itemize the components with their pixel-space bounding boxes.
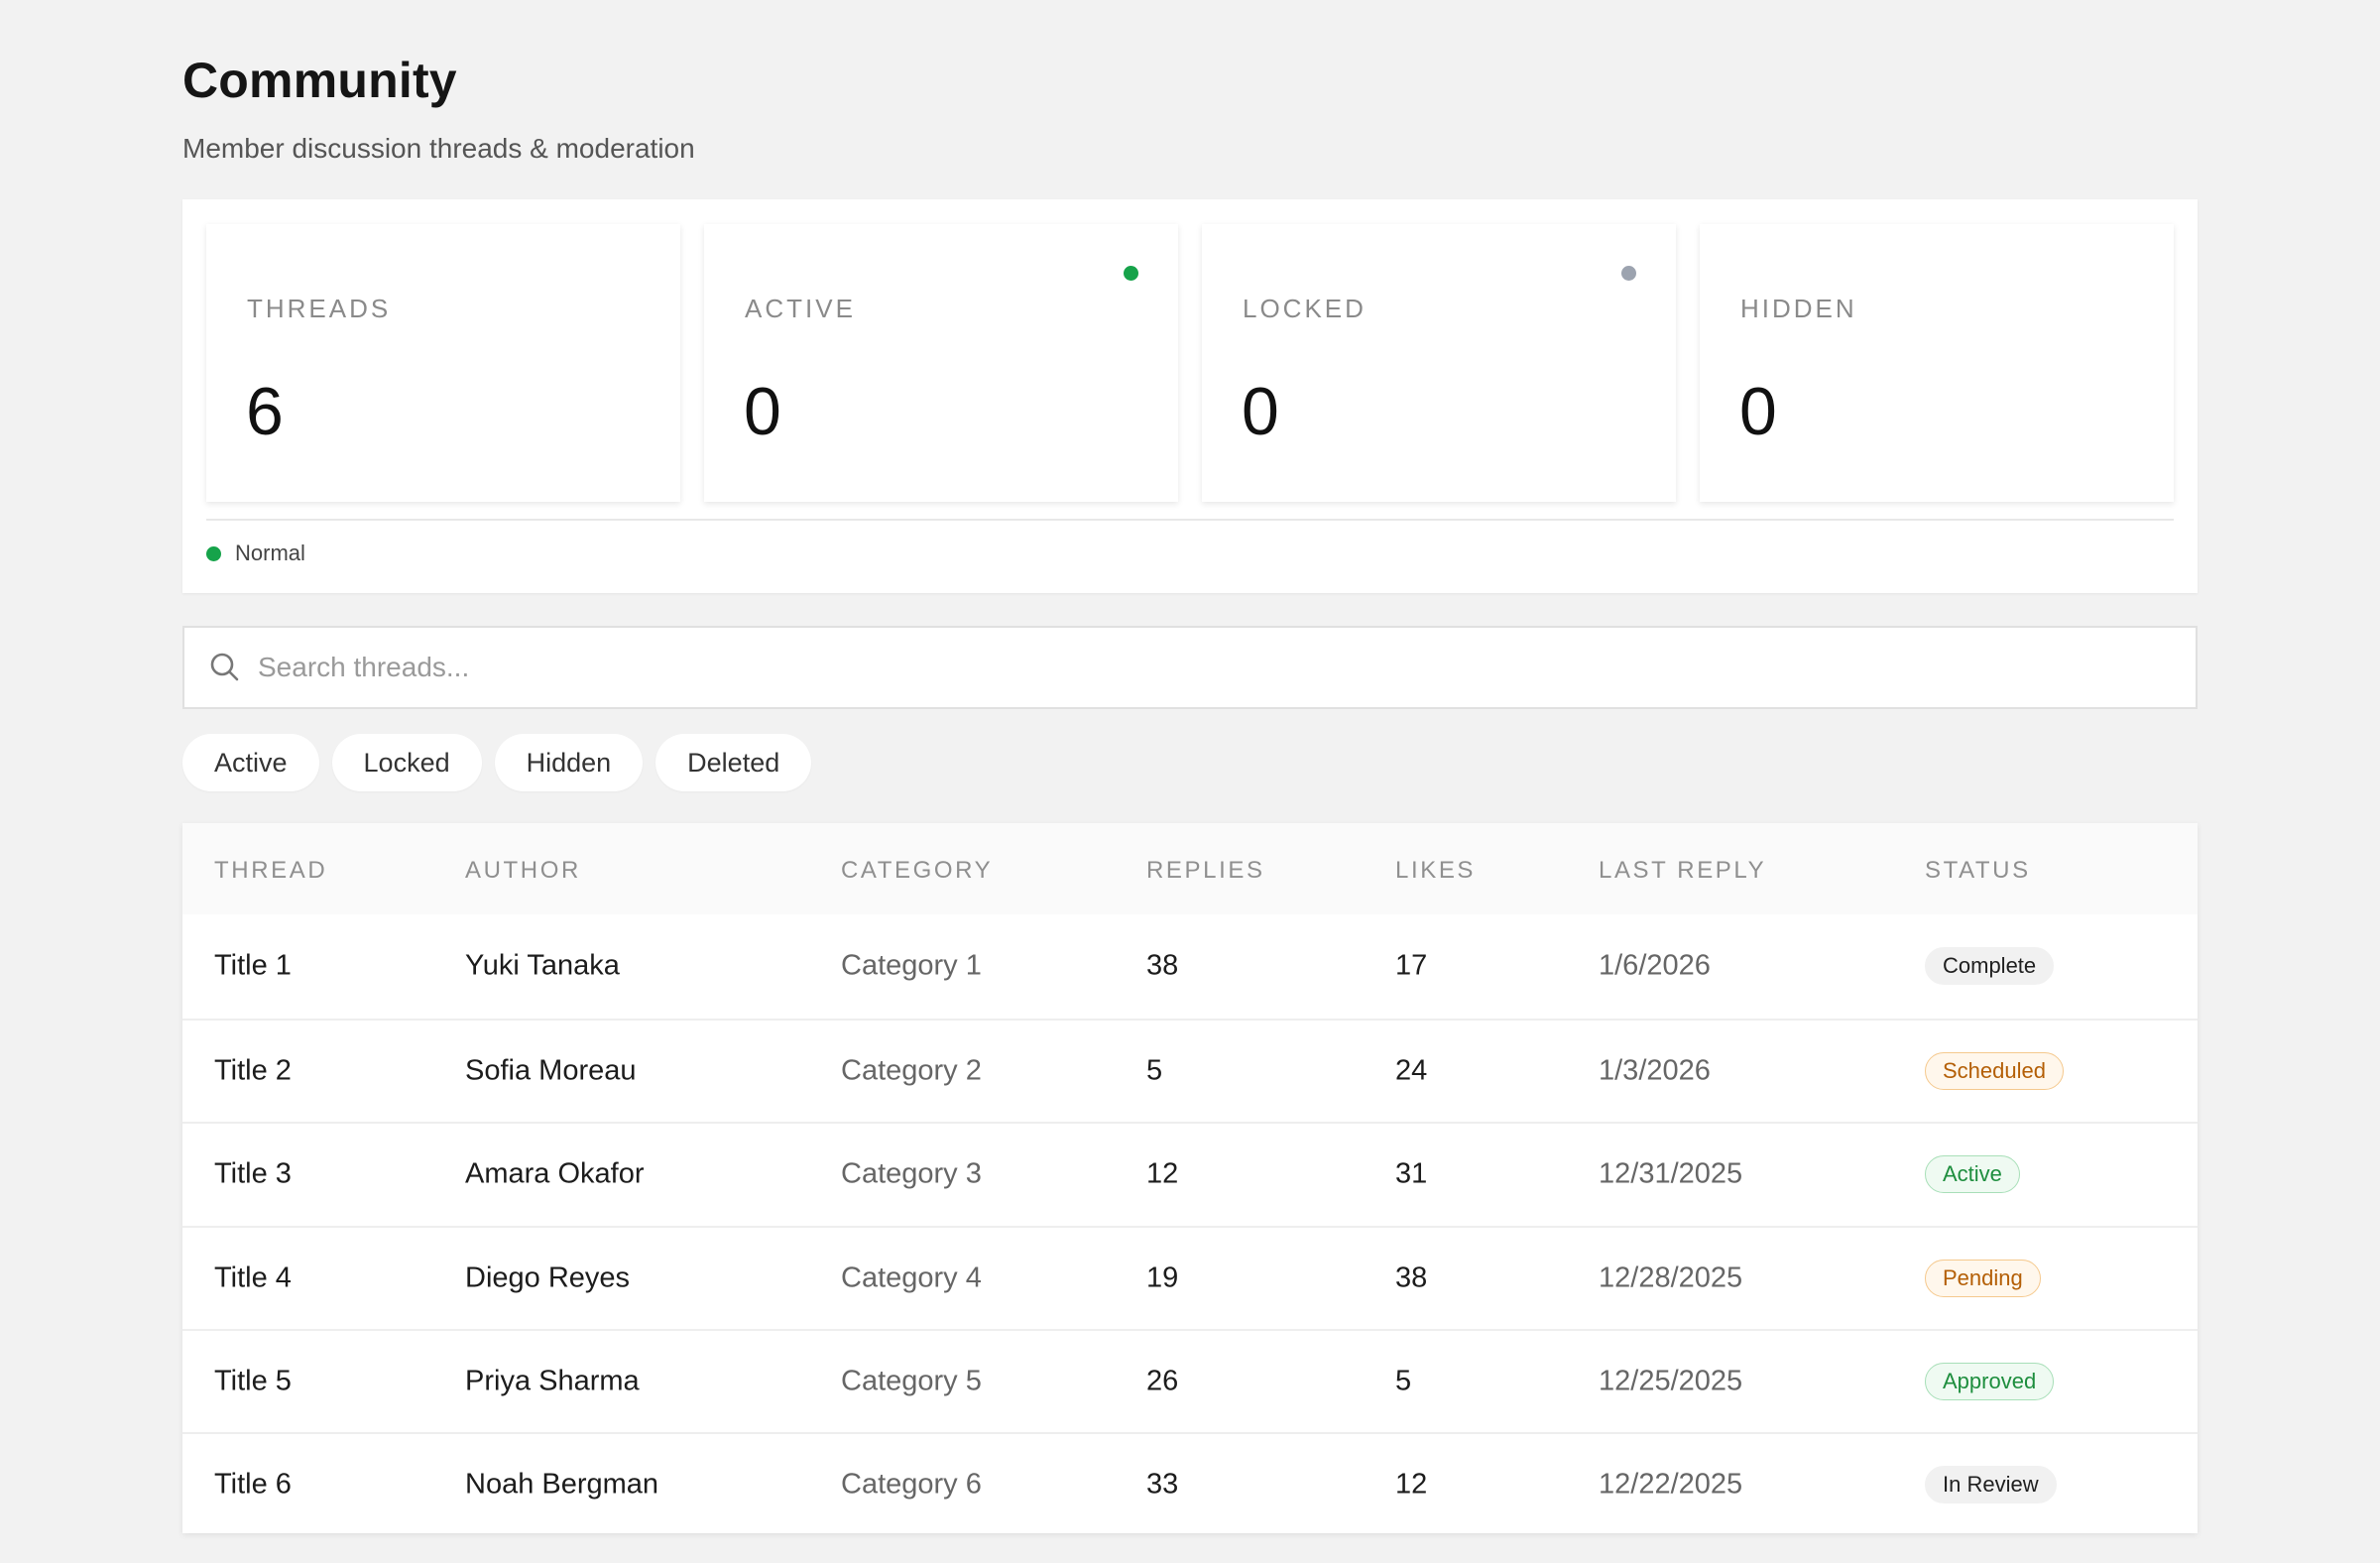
- cell-thread: Title 5: [214, 1365, 292, 1397]
- cell-last-reply: 12/25/2025: [1599, 1365, 1743, 1397]
- stat-value: 0: [1739, 374, 1777, 449]
- cell-category: Category 2: [841, 1054, 982, 1087]
- threads-table: THREAD AUTHOR CATEGORY REPLIES LIKES LAS…: [182, 823, 2198, 1533]
- cell-likes: 24: [1395, 1054, 1428, 1087]
- status-badge: Complete: [1925, 947, 2055, 985]
- cell-thread: Title 3: [214, 1157, 292, 1190]
- column-header-likes[interactable]: LIKES: [1395, 857, 1476, 885]
- table-row[interactable]: Title 2 Sofia Moreau Category 2 5 24 1/3/2026…: [182, 1019, 2198, 1122]
- column-header-last-reply[interactable]: LAST REPLY: [1599, 857, 1766, 885]
- stats-panel: THREADS 6 ACTIVE 0 LOCKED 0 HIDDEN 0 Nor…: [182, 199, 2198, 593]
- cell-replies: 33: [1146, 1468, 1179, 1501]
- cell-replies: 5: [1146, 1054, 1163, 1087]
- cell-replies: 38: [1146, 949, 1179, 982]
- table-row[interactable]: Title 5 Priya Sharma Category 5 26 5 12/25/20…: [182, 1329, 2198, 1432]
- legend-label: Normal: [235, 541, 305, 565]
- cell-category: Category 6: [841, 1468, 982, 1501]
- stat-value: 0: [744, 374, 781, 449]
- cell-likes: 17: [1395, 949, 1428, 982]
- cell-last-reply: 1/6/2026: [1599, 949, 1711, 982]
- search-bar[interactable]: [182, 626, 2198, 709]
- table-row[interactable]: Title 4 Diego Reyes Category 4 19 38 12/28/20…: [182, 1226, 2198, 1329]
- cell-last-reply: 1/3/2026: [1599, 1054, 1711, 1087]
- stat-card-hidden: HIDDEN 0: [1700, 224, 2174, 502]
- cell-likes: 31: [1395, 1157, 1428, 1190]
- status-dot-icon: [1124, 266, 1138, 281]
- stat-card-locked: LOCKED 0: [1202, 224, 1676, 502]
- legend: Normal: [206, 541, 305, 566]
- column-header-thread[interactable]: THREAD: [214, 857, 327, 885]
- status-badge: In Review: [1925, 1466, 2057, 1503]
- divider: [206, 519, 2174, 521]
- cell-category: Category 4: [841, 1262, 982, 1294]
- cell-author: Priya Sharma: [465, 1365, 640, 1397]
- status-badge: Approved: [1925, 1363, 2055, 1400]
- stat-card-active: ACTIVE 0: [704, 224, 1178, 502]
- column-header-category[interactable]: CATEGORY: [841, 857, 993, 885]
- filter-chip-hidden[interactable]: Hidden: [494, 734, 644, 791]
- cell-category: Category 3: [841, 1157, 982, 1190]
- cell-author: Sofia Moreau: [465, 1054, 637, 1087]
- table-row[interactable]: Title 1 Yuki Tanaka Category 1 38 17 1/6/2026…: [182, 914, 2198, 1018]
- stat-label: HIDDEN: [1740, 294, 1857, 323]
- cell-thread: Title 4: [214, 1262, 292, 1294]
- stat-label: THREADS: [247, 294, 392, 323]
- column-header-status[interactable]: STATUS: [1925, 857, 2031, 885]
- table-header: THREAD AUTHOR CATEGORY REPLIES LIKES LAS…: [182, 823, 2198, 914]
- search-input[interactable]: [258, 652, 2043, 683]
- cell-replies: 26: [1146, 1365, 1179, 1397]
- cell-thread: Title 1: [214, 949, 292, 982]
- column-header-author[interactable]: AUTHOR: [465, 857, 581, 885]
- cell-author: Noah Bergman: [465, 1468, 659, 1501]
- page-subtitle: Member discussion threads & moderation: [182, 133, 695, 164]
- filter-chip-locked[interactable]: Locked: [331, 734, 482, 791]
- cell-likes: 12: [1395, 1468, 1428, 1501]
- cell-likes: 38: [1395, 1262, 1428, 1294]
- filter-chip-active[interactable]: Active: [182, 734, 319, 791]
- stat-label: ACTIVE: [745, 294, 856, 323]
- column-header-replies[interactable]: REPLIES: [1146, 857, 1265, 885]
- page-title: Community: [182, 53, 457, 108]
- cell-category: Category 5: [841, 1365, 982, 1397]
- search-icon: [208, 651, 242, 684]
- cell-thread: Title 6: [214, 1468, 292, 1501]
- table-row[interactable]: Title 3 Amara Okafor Category 3 12 31 12/31/2…: [182, 1122, 2198, 1225]
- cell-thread: Title 2: [214, 1054, 292, 1087]
- cell-replies: 19: [1146, 1262, 1179, 1294]
- stat-card-threads: THREADS 6: [206, 224, 680, 502]
- cell-author: Diego Reyes: [465, 1262, 631, 1294]
- filter-chip-deleted[interactable]: Deleted: [655, 734, 812, 791]
- legend-dot-icon: [206, 545, 221, 561]
- cell-replies: 12: [1146, 1157, 1179, 1190]
- cell-last-reply: 12/31/2025: [1599, 1157, 1743, 1190]
- stat-label: LOCKED: [1243, 294, 1367, 323]
- table-row[interactable]: Title 6 Noah Bergman Category 6 33 12 12/22/2…: [182, 1432, 2198, 1535]
- status-badge: Pending: [1925, 1260, 2041, 1297]
- status-badge: Active: [1925, 1155, 2020, 1193]
- cell-author: Amara Okafor: [465, 1157, 645, 1190]
- stat-value: 6: [246, 374, 284, 449]
- stat-value: 0: [1242, 374, 1279, 449]
- cell-author: Yuki Tanaka: [465, 949, 620, 982]
- filter-chips: Active Locked Hidden Deleted: [182, 734, 812, 791]
- cell-likes: 5: [1395, 1365, 1412, 1397]
- status-badge: Scheduled: [1925, 1052, 2064, 1090]
- status-dot-icon: [1621, 266, 1636, 281]
- cell-category: Category 1: [841, 949, 982, 982]
- cell-last-reply: 12/22/2025: [1599, 1468, 1743, 1501]
- cell-last-reply: 12/28/2025: [1599, 1262, 1743, 1294]
